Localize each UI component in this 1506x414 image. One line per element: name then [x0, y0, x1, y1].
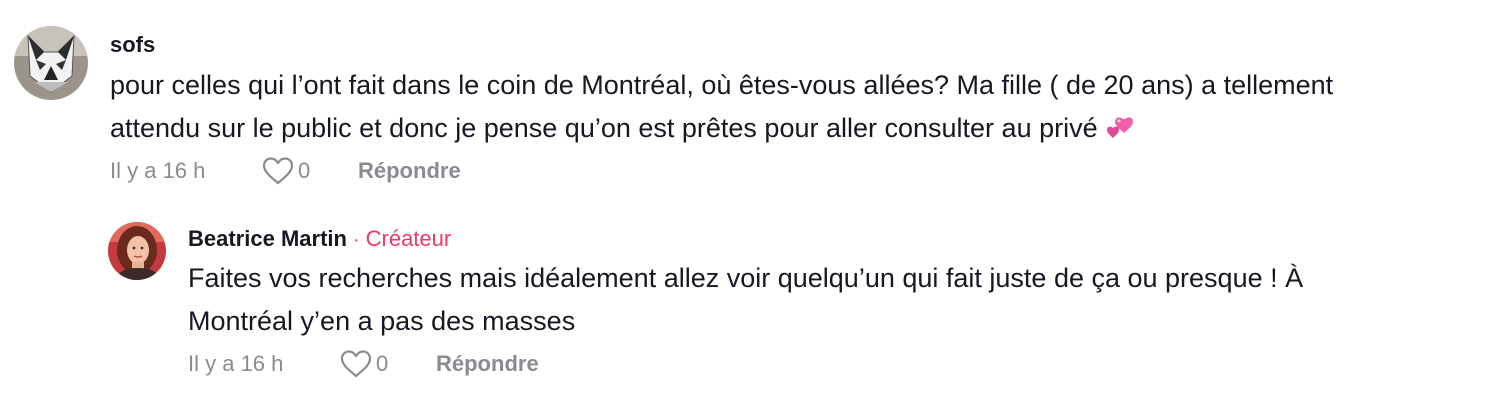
heart-outline-icon	[262, 157, 294, 185]
separator-dot: ·	[352, 229, 360, 251]
comment-meta: Il y a 16 h 0 Répondre	[188, 349, 1478, 379]
comment-text-line: pour celles qui l’ont fait dans le coin …	[110, 70, 1334, 100]
comment-text: Faites vos recherches mais idéalement al…	[188, 257, 1478, 343]
woman-portrait-avatar-icon	[108, 222, 166, 280]
comment-body: sofs pour celles qui l’ont fait dans le …	[110, 26, 1490, 186]
like-button[interactable]: 0	[262, 157, 358, 185]
comment-body: Beatrice Martin · Créateur Faites vos re…	[188, 222, 1478, 379]
like-count: 0	[376, 351, 389, 376]
username[interactable]: sofs	[110, 30, 155, 60]
creator-badge: Créateur	[365, 226, 452, 251]
comment-text-line: Faites vos recherches mais idéalement al…	[188, 263, 1304, 293]
two-hearts-emoji-icon	[1106, 117, 1133, 138]
like-button[interactable]: 0	[340, 350, 436, 378]
username[interactable]: Beatrice Martin	[188, 224, 347, 254]
like-count: 0	[298, 158, 311, 183]
comment-text-line-2: attendu sur le public et donc je pense q…	[110, 107, 1490, 150]
avatar[interactable]	[14, 26, 88, 100]
reply-button[interactable]: Répondre	[358, 158, 461, 184]
timestamp: Il y a 16 h	[188, 351, 284, 376]
comment-meta: Il y a 16 h 0 Répondre	[110, 156, 1490, 186]
reply-button[interactable]: Répondre	[436, 351, 539, 377]
timestamp: Il y a 16 h	[110, 158, 206, 183]
comment-text: pour celles qui l’ont fait dans le coin …	[110, 64, 1490, 150]
avatar[interactable]	[108, 222, 166, 280]
comment-text-line-2: Montréal y’en a pas des masses	[188, 306, 576, 336]
heart-outline-icon	[340, 350, 372, 378]
wolf-mask-avatar-icon	[14, 26, 88, 100]
comment-text-line-2-text: attendu sur le public et donc je pense q…	[110, 113, 1098, 143]
